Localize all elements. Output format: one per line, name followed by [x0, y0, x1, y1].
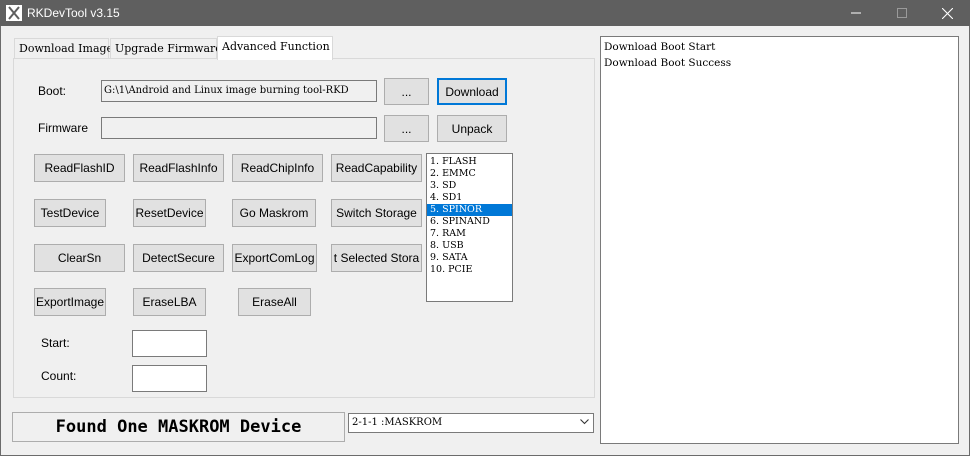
- go-maskrom-button[interactable]: Go Maskrom: [232, 199, 316, 227]
- maximize-button[interactable]: [879, 0, 925, 26]
- app-logo-icon: [6, 5, 22, 21]
- export-com-log-button[interactable]: ExportComLog: [232, 244, 317, 272]
- list-item[interactable]: 3. SD: [427, 180, 512, 192]
- firmware-label: Firmware: [38, 121, 88, 135]
- device-select-value: 2-1-1 :MASKROM: [352, 417, 443, 428]
- detect-secure-button[interactable]: DetectSecure: [133, 244, 224, 272]
- erase-lba-button[interactable]: EraseLBA: [133, 288, 206, 316]
- tab-advanced-function[interactable]: Advanced Function: [217, 36, 333, 60]
- download-button[interactable]: Download: [437, 78, 507, 105]
- storage-list[interactable]: 1. FLASH 2. EMMC 3. SD 4. SD1 5. SPINOR …: [426, 153, 513, 302]
- read-capability-button[interactable]: ReadCapability: [331, 154, 422, 182]
- device-status-text: Found One MASKROM Device: [12, 412, 345, 442]
- count-field[interactable]: [132, 365, 207, 392]
- list-item[interactable]: 4. SD1: [427, 192, 512, 204]
- maximize-icon: [897, 8, 907, 18]
- unpack-button[interactable]: Unpack: [437, 115, 507, 142]
- log-output: Download Boot Start Download Boot Succes…: [600, 36, 959, 444]
- read-chip-info-button[interactable]: ReadChipInfo: [232, 154, 323, 182]
- start-field[interactable]: [132, 330, 207, 357]
- window-title: RKDevTool v3.15: [27, 6, 120, 20]
- list-item[interactable]: 9. SATA: [427, 252, 512, 264]
- selected-storage-button[interactable]: t Selected Stora: [331, 244, 422, 272]
- export-image-button[interactable]: ExportImage: [34, 288, 106, 316]
- tab-upgrade-firmware[interactable]: Upgrade Firmware: [110, 38, 222, 59]
- list-item[interactable]: 1. FLASH: [427, 156, 512, 168]
- close-icon: [941, 7, 953, 19]
- tab-label: Advanced Function: [222, 40, 330, 53]
- list-item[interactable]: 10. PCIE: [427, 264, 512, 276]
- list-item-selected[interactable]: 5. SPINOR: [427, 204, 512, 216]
- tab-download-image[interactable]: Download Image: [14, 38, 113, 59]
- log-line: Download Boot Success: [604, 57, 732, 69]
- count-label: Count:: [41, 369, 77, 383]
- erase-all-button[interactable]: EraseAll: [238, 288, 311, 316]
- minimize-icon: [851, 12, 861, 14]
- boot-browse-button[interactable]: ...: [384, 78, 429, 105]
- read-flash-info-button[interactable]: ReadFlashInfo: [133, 154, 224, 182]
- boot-path-field[interactable]: G:\1\Android and Linux image burning too…: [101, 80, 377, 102]
- tab-label: Download Image: [19, 42, 114, 55]
- read-flash-id-button[interactable]: ReadFlashID: [34, 154, 125, 182]
- firmware-browse-button[interactable]: ...: [384, 115, 429, 142]
- clear-sn-button[interactable]: ClearSn: [34, 244, 125, 272]
- switch-storage-button[interactable]: Switch Storage: [331, 199, 422, 227]
- reset-device-button[interactable]: ResetDevice: [133, 199, 206, 227]
- boot-label: Boot:: [38, 84, 67, 98]
- test-device-button[interactable]: TestDevice: [34, 199, 106, 227]
- title-bar: RKDevTool v3.15: [0, 0, 970, 26]
- log-line: Download Boot Start: [604, 41, 716, 53]
- firmware-path-field[interactable]: [101, 117, 377, 139]
- chevron-down-icon: [580, 419, 589, 425]
- list-item[interactable]: 2. EMMC: [427, 168, 512, 180]
- list-item[interactable]: 7. RAM: [427, 228, 512, 240]
- list-item[interactable]: 6. SPINAND: [427, 216, 512, 228]
- start-label: Start:: [41, 336, 70, 350]
- minimize-button[interactable]: [833, 0, 879, 26]
- tab-label: Upgrade Firmware: [115, 42, 222, 55]
- close-button[interactable]: [924, 0, 970, 26]
- device-select[interactable]: 2-1-1 :MASKROM: [348, 413, 594, 433]
- list-item[interactable]: 8. USB: [427, 240, 512, 252]
